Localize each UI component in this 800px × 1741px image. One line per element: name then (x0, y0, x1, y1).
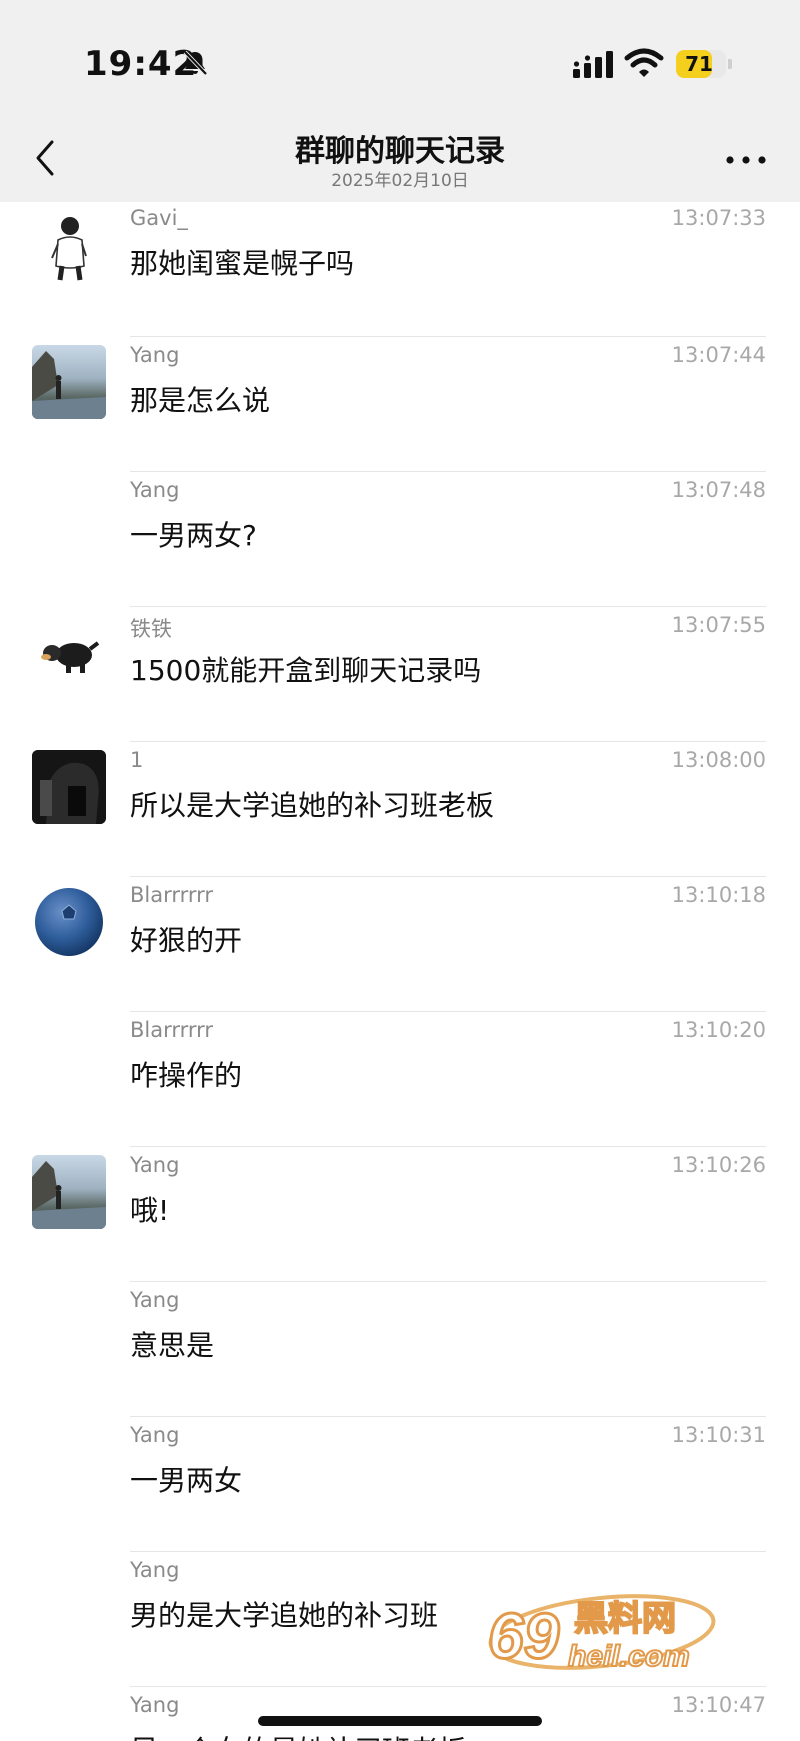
message-text[interactable]: 哦! (130, 1189, 169, 1229)
sender-name: Gavi_ (130, 206, 188, 230)
sender-name: Yang (130, 478, 180, 502)
avatar-tietie[interactable] (32, 615, 106, 689)
sender-name: Yang (130, 1288, 180, 1312)
message-item: Yang 13:10:26 哦! (0, 1147, 800, 1282)
avatar-1[interactable] (32, 750, 106, 824)
message-text[interactable]: 那是怎么说 (130, 379, 270, 419)
message-time: 13:10:18 (671, 883, 766, 907)
message-item: Yang 13:10:47 另一个女的是她补习班老板 (0, 1687, 800, 1741)
message-item: Yang 13:10:31 一男两女 (0, 1417, 800, 1552)
message-text[interactable]: 男的是大学追她的补习班 (130, 1594, 438, 1634)
watermark-name: 黑料网 (574, 1599, 676, 1639)
chat-history-date: 2025年02月10日 (331, 171, 469, 191)
sender-name: 铁铁 (130, 617, 172, 641)
message-text[interactable]: 那她闺蜜是幌子吗 (130, 242, 354, 282)
message-text[interactable]: 意思是 (130, 1324, 214, 1364)
sender-name: 1 (130, 748, 144, 772)
message-text[interactable]: 一男两女 (130, 1459, 242, 1499)
message-text[interactable]: 咋操作的 (130, 1054, 242, 1094)
seaside-rock-icon (32, 351, 106, 419)
message-text[interactable]: 一男两女? (130, 514, 257, 554)
navigation-bar: 群聊的聊天记录 2025年02月10日 (0, 120, 800, 202)
person-avatar-icon (51, 217, 87, 281)
message-time: 13:10:47 (671, 1693, 766, 1717)
message-time: 13:07:48 (671, 478, 766, 502)
sender-name: Yang (130, 1558, 180, 1582)
message-item: Blarrrrrr 13:10:18 好狠的开 (0, 877, 800, 1012)
sender-name: Yang (130, 343, 180, 367)
wifi-icon (624, 48, 664, 77)
sender-name: Blarrrrrr (130, 883, 214, 907)
message-item: 铁铁 13:07:55 1500就能开盒到聊天记录吗 (0, 607, 800, 742)
sender-name: Yang (130, 1423, 180, 1447)
cellular-signal-icon (573, 51, 613, 78)
sender-name: Blarrrrrr (130, 1018, 214, 1042)
chat-history-title: 群聊的聊天记录 (295, 134, 505, 169)
message-item: 1 13:08:00 所以是大学追她的补习班老板 (0, 742, 800, 877)
battery-cap (728, 59, 732, 69)
dog-avatar-icon (41, 641, 100, 673)
message-item: Blarrrrrr 13:10:20 咋操作的 (0, 1012, 800, 1147)
status-bar: 19:42 71 (0, 0, 800, 120)
battery-percent: 71 (685, 52, 713, 76)
message-text[interactable]: 1500就能开盒到聊天记录吗 (130, 649, 481, 689)
message-item: Yang 13:07:48 一男两女? (0, 472, 800, 607)
watermark-number: 69 (488, 1600, 560, 1672)
more-options-icon[interactable] (722, 150, 770, 170)
message-time: 13:10:31 (671, 1423, 766, 1447)
avatar-yang[interactable] (32, 345, 106, 419)
watermark-logo: 69 黑料网 heil.com (487, 1594, 716, 1674)
message-time: 13:07:33 (671, 206, 766, 230)
bell-muted-icon (183, 50, 208, 76)
top-bar: 19:42 71 群聊的聊天记录 2025年02月10日 (0, 0, 800, 202)
home-indicator[interactable] (258, 1716, 542, 1726)
dark-photo-avatar-icon (32, 750, 106, 824)
message-time: 13:08:00 (671, 748, 766, 772)
avatar-gavi[interactable] (32, 208, 106, 282)
battery-indicator: 71 (676, 50, 726, 78)
message-text[interactable]: 另一个女的是她补习班老板 (130, 1729, 466, 1741)
message-item: Yang 13:07:44 那是怎么说 (0, 337, 800, 472)
blueberry-avatar-icon (35, 888, 103, 956)
message-time: 13:07:44 (671, 343, 766, 367)
sender-name: Yang (130, 1693, 180, 1717)
message-time: 13:10:26 (671, 1153, 766, 1177)
seaside-rock-icon (32, 1161, 106, 1229)
message-text[interactable]: 所以是大学追她的补习班老板 (130, 784, 494, 824)
avatar-yang[interactable] (32, 1155, 106, 1229)
watermark-url: heil.com (568, 1640, 690, 1673)
message-text[interactable]: 好狠的开 (130, 919, 242, 959)
message-time: 13:10:20 (671, 1018, 766, 1042)
avatar-blarrrrrr[interactable] (32, 885, 106, 959)
message-item: Yang 意思是 (0, 1282, 800, 1417)
sender-name: Yang (130, 1153, 180, 1177)
message-item: Gavi_ 13:07:33 那她闺蜜是幌子吗 (0, 202, 800, 337)
message-time: 13:07:55 (671, 613, 766, 637)
